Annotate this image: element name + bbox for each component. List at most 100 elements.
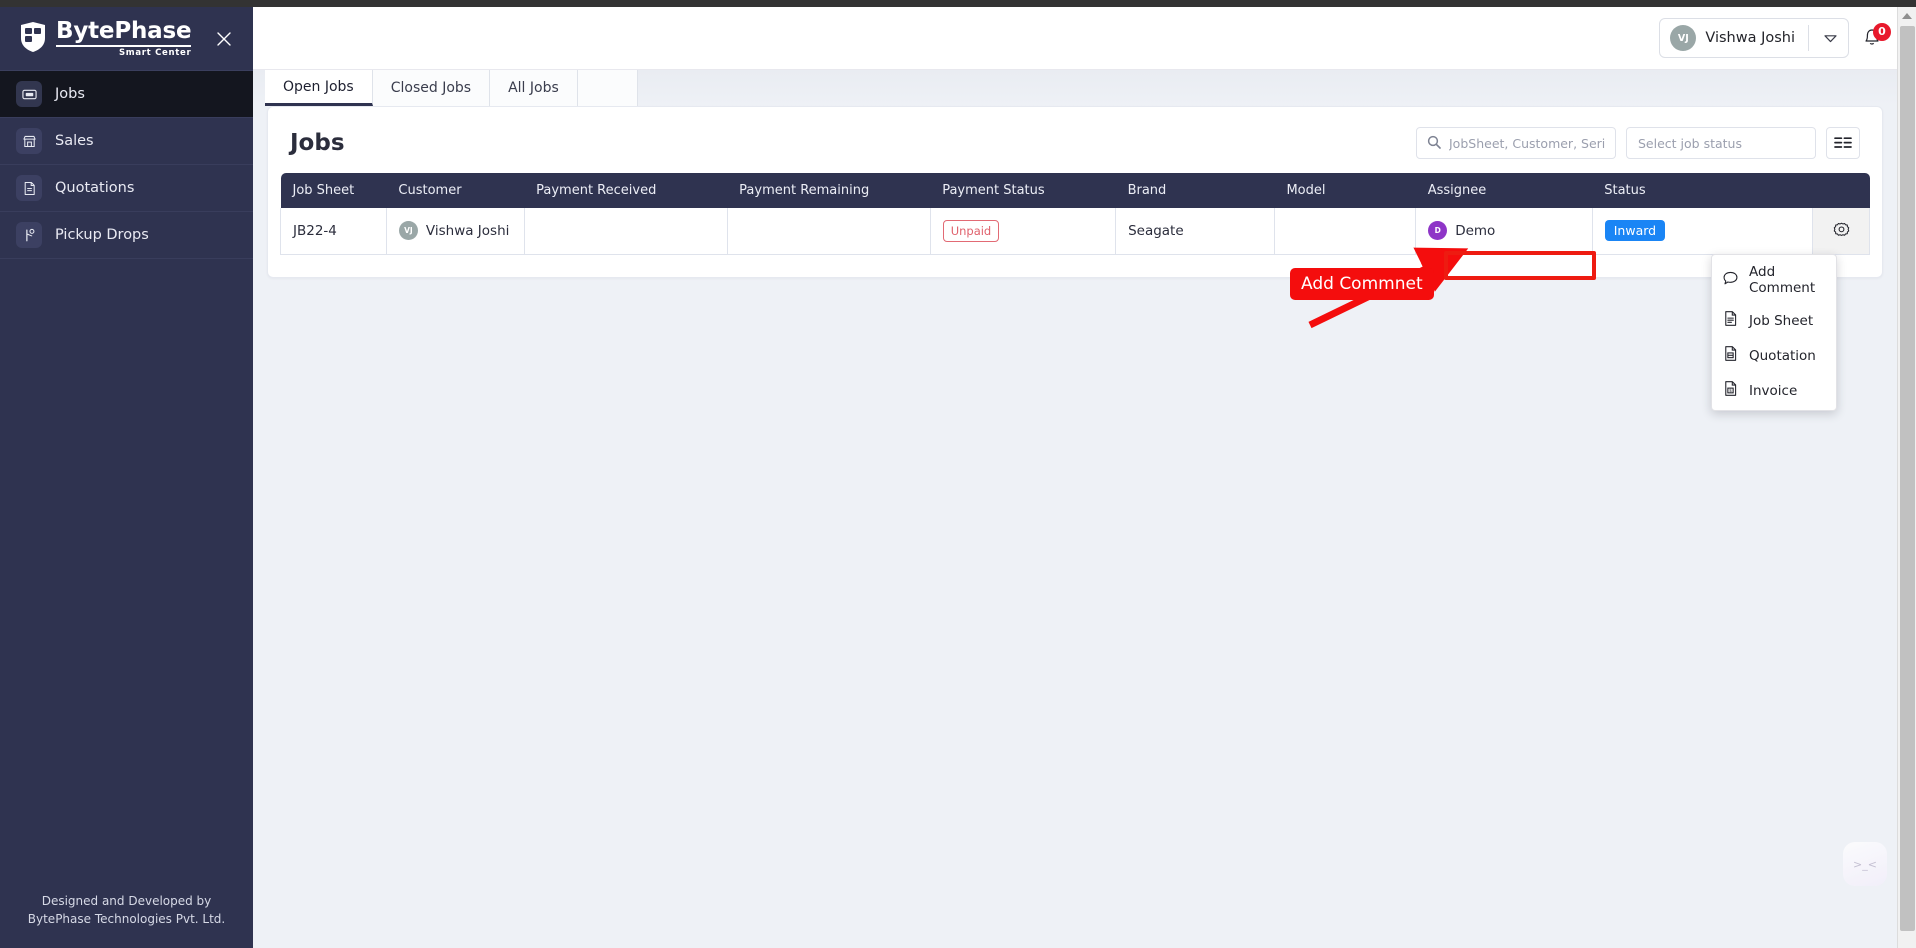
cell-payment-status: Unpaid <box>929 208 1117 255</box>
column-header-payment-status[interactable]: Payment Status <box>930 173 1116 208</box>
cell-brand: Seagate <box>1115 208 1275 255</box>
column-header-status[interactable]: Status <box>1592 173 1813 208</box>
brand-tagline: Smart Center <box>118 47 192 58</box>
column-header-assignee[interactable]: Assignee <box>1415 173 1593 208</box>
customer-avatar: VJ <box>398 221 418 241</box>
sidebar-item-label: Quotations <box>55 180 135 196</box>
gear-icon[interactable] <box>1813 208 1869 253</box>
sidebar-brand: BytePhase Smart Center <box>0 7 253 71</box>
status-badge: Unpaid <box>942 219 1000 242</box>
page-scrollbar[interactable] <box>1897 7 1916 948</box>
menu-item-invoice[interactable]: $ Invoice <box>1712 373 1836 408</box>
menu-item-label: Invoice <box>1749 382 1798 399</box>
jobs-icon <box>16 81 42 107</box>
sidebar-item-label: Pickup Drops <box>55 227 149 243</box>
close-icon[interactable] <box>209 24 239 54</box>
sidebar-footer: Designed and Developed by BytePhase Tech… <box>0 879 253 948</box>
column-header-job-sheet[interactable]: Job Sheet <box>280 173 387 208</box>
chat-widget-face: >_< <box>1853 857 1877 871</box>
assignee-avatar: D <box>1428 221 1448 241</box>
table-body: JB22-4 VJ Vishwa Joshi Unpaid Seagate D … <box>280 208 1870 255</box>
menu-item-add-comment[interactable]: Add Comment <box>1712 257 1836 303</box>
sidebar: BytePhase Smart Center Jobs Sales Quotat… <box>0 7 253 948</box>
menu-item-job-sheet[interactable]: Job Sheet <box>1712 303 1836 338</box>
sidebar-item-pickup-drops[interactable]: Pickup Drops <box>0 212 253 259</box>
search-input[interactable] <box>1449 135 1605 151</box>
menu-item-label: Job Sheet <box>1749 312 1814 329</box>
status-badge: Inward <box>1604 220 1666 242</box>
column-header-model[interactable]: Model <box>1274 173 1416 208</box>
document-icon <box>16 175 42 201</box>
tab-all-jobs[interactable]: All Jobs <box>490 70 578 106</box>
cell-status: Inward <box>1591 208 1814 255</box>
avatar: VJ <box>1670 25 1697 51</box>
tab-label: All Jobs <box>508 80 559 96</box>
cell-actions <box>1812 208 1870 255</box>
card-header: Jobs Select job status <box>280 121 1870 173</box>
file-quote-icon <box>1722 345 1739 366</box>
jobs-card: Jobs Select job status <box>267 106 1883 278</box>
menu-item-label: Add Comment <box>1749 264 1816 296</box>
tab-label: Open Jobs <box>283 78 354 95</box>
column-header-actions <box>1812 173 1870 208</box>
cell-payment-received <box>523 208 728 255</box>
tab-label: Closed Jobs <box>390 80 472 96</box>
sidebar-nav: Jobs Sales Quotations Pickup Drops <box>0 71 253 879</box>
main-region: VJ Vishwa Joshi 0 Open Jobs Closed Jobs … <box>253 7 1897 948</box>
tab-open-jobs[interactable]: Open Jobs <box>265 70 373 106</box>
browser-chrome-strip <box>0 0 1916 7</box>
svg-text:$: $ <box>1729 388 1732 394</box>
annotation-label: Add Commnet <box>1290 268 1434 300</box>
row-actions-menu: Add Comment Job Sheet Quotation $ Invoic… <box>1711 254 1837 411</box>
table-header: Job Sheet Customer Payment Received Paym… <box>280 173 1870 208</box>
file-invoice-icon: $ <box>1722 380 1739 401</box>
column-header-customer[interactable]: Customer <box>386 173 525 208</box>
sidebar-item-jobs[interactable]: Jobs <box>0 71 253 118</box>
sidebar-item-label: Sales <box>55 133 94 149</box>
user-name: Vishwa Joshi <box>1705 30 1795 46</box>
brand-name: BytePhase <box>56 19 192 47</box>
bytephase-logo-icon <box>18 21 48 57</box>
sidebar-item-label: Jobs <box>55 86 85 102</box>
pickup-drop-icon <box>16 222 42 248</box>
file-text-icon <box>1722 310 1739 331</box>
topbar: VJ Vishwa Joshi 0 <box>253 7 1897 70</box>
list-view-icon[interactable] <box>1826 127 1860 159</box>
comment-icon <box>1722 270 1739 291</box>
cell-payment-remaining <box>726 208 931 255</box>
notification-count-badge: 0 <box>1873 22 1891 41</box>
sidebar-item-sales[interactable]: Sales <box>0 118 253 165</box>
table-header-row: Job Sheet Customer Payment Received Paym… <box>280 173 1870 208</box>
search-icon <box>1427 134 1441 153</box>
page-title: Jobs <box>290 130 345 156</box>
assignee-name: Demo <box>1455 222 1496 239</box>
scrollbar-thumb[interactable] <box>1900 26 1915 931</box>
scroll-up-arrow-icon[interactable] <box>1898 7 1916 25</box>
tabstrip: Open Jobs Closed Jobs All Jobs <box>253 70 1897 106</box>
cell-assignee: D Demo <box>1415 208 1593 255</box>
customer-name: Vishwa Joshi <box>425 222 510 239</box>
menu-item-quotation[interactable]: Quotation <box>1712 338 1836 373</box>
sidebar-item-quotations[interactable]: Quotations <box>0 165 253 212</box>
user-menu-button[interactable]: VJ Vishwa Joshi <box>1659 18 1849 58</box>
column-header-payment-received[interactable]: Payment Received <box>524 173 728 208</box>
notifications-button[interactable]: 0 <box>1861 22 1891 52</box>
store-icon <box>16 128 42 154</box>
tabstrip-filler <box>577 70 638 106</box>
card-toolbar: Select job status <box>1416 127 1860 159</box>
divider <box>1808 25 1809 51</box>
jobs-table: Job Sheet Customer Payment Received Paym… <box>280 173 1870 255</box>
chevron-down-icon[interactable] <box>1818 34 1842 43</box>
column-header-brand[interactable]: Brand <box>1115 173 1275 208</box>
table-row[interactable]: JB22-4 VJ Vishwa Joshi Unpaid Seagate D … <box>280 208 1870 255</box>
cell-job-sheet: JB22-4 <box>280 208 387 255</box>
cell-model <box>1273 208 1417 255</box>
column-header-payment-remaining[interactable]: Payment Remaining <box>727 173 931 208</box>
job-status-placeholder: Select job status <box>1638 135 1742 151</box>
search-box[interactable] <box>1416 127 1616 159</box>
tab-closed-jobs[interactable]: Closed Jobs <box>372 70 491 106</box>
cell-customer: VJ Vishwa Joshi <box>385 208 525 255</box>
menu-item-label: Quotation <box>1749 347 1816 364</box>
chat-widget[interactable]: >_< <box>1843 842 1887 886</box>
job-status-select[interactable]: Select job status <box>1626 127 1816 159</box>
